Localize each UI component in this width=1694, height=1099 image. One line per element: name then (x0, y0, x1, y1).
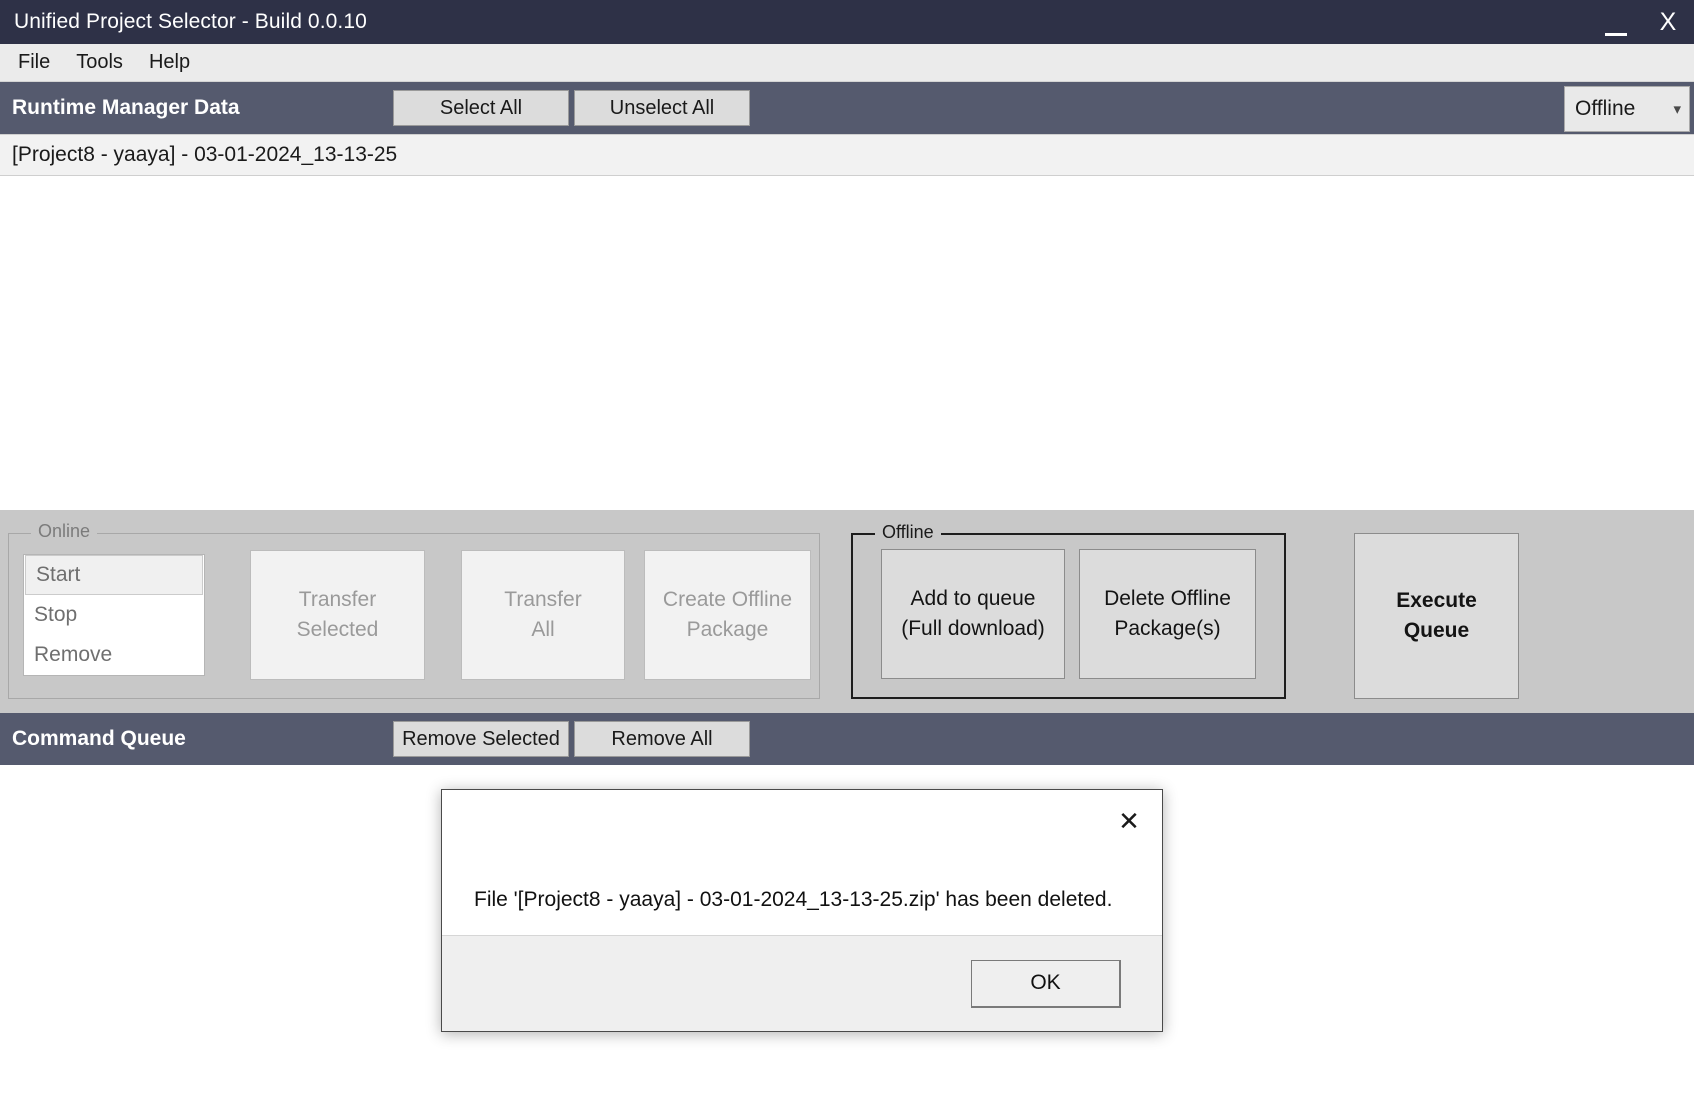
application-window: Unified Project Selector - Build 0.0.10 … (0, 0, 1694, 1099)
close-icon: ✕ (1118, 806, 1140, 836)
title-bar: Unified Project Selector - Build 0.0.10 … (0, 0, 1694, 44)
execute-queue-button[interactable]: Execute Queue (1354, 533, 1519, 699)
list-item[interactable]: [Project8 - yaaya] - 03-01-2024_13-13-25 (0, 134, 1694, 176)
menu-item-file[interactable]: File (6, 49, 62, 76)
runtime-data-list[interactable]: [Project8 - yaaya] - 03-01-2024_13-13-25 (0, 134, 1694, 511)
window-controls: X (1590, 0, 1694, 44)
online-group-content: Start Stop Remove Transfer Selected Trans… (9, 534, 819, 698)
dialog-close-button[interactable]: ✕ (1108, 800, 1150, 842)
minimize-button[interactable] (1590, 0, 1642, 44)
dialog-body: ✕ File '[Project8 - yaaya] - 03-01-2024_… (442, 790, 1162, 935)
transfer-all-button: Transfer All (461, 550, 625, 680)
command-queue-header: Command Queue Remove Selected Remove All (0, 713, 1694, 765)
close-icon: X (1659, 7, 1677, 36)
remove-all-button[interactable]: Remove All (574, 721, 750, 757)
chevron-down-icon: ▾ (1673, 100, 1681, 118)
listbox-item-stop[interactable]: Stop (24, 595, 204, 635)
close-button[interactable]: X (1642, 0, 1694, 44)
runtime-manager-actions: Select All Unselect All (393, 82, 750, 134)
delete-offline-package-button[interactable]: Delete Offline Package(s) (1079, 549, 1256, 679)
create-offline-package-button: Create Offline Package (644, 550, 811, 680)
online-command-listbox[interactable]: Start Stop Remove (23, 554, 205, 676)
runtime-manager-header: Runtime Manager Data Select All Unselect… (0, 82, 1694, 134)
unselect-all-button[interactable]: Unselect All (574, 90, 750, 126)
offline-group: Offline Add to queue (Full download) Dele… (851, 522, 1286, 699)
dialog-footer: OK (442, 935, 1162, 1031)
dialog-ok-button[interactable]: OK (971, 959, 1121, 1008)
mode-selector-dropdown[interactable]: Offline ▾ (1564, 86, 1690, 132)
window-title: Unified Project Selector - Build 0.0.10 (14, 10, 367, 33)
message-dialog: ✕ File '[Project8 - yaaya] - 03-01-2024_… (441, 789, 1163, 1032)
runtime-manager-title: Runtime Manager Data (12, 96, 240, 119)
menu-bar: File Tools Help (0, 44, 1694, 82)
command-queue-actions: Remove Selected Remove All (393, 713, 750, 765)
listbox-item-start[interactable]: Start (25, 555, 203, 595)
minimize-icon (1605, 33, 1627, 36)
offline-group-content: Add to queue (Full download) Delete Offli… (853, 535, 1284, 697)
listbox-item-remove[interactable]: Remove (24, 635, 204, 675)
transfer-selected-button: Transfer Selected (250, 550, 425, 680)
online-group: Online Start Stop Remove Transfer Selecte… (8, 521, 820, 699)
mode-selector-value: Offline (1575, 97, 1636, 120)
action-panel: Online Start Stop Remove Transfer Selecte… (0, 511, 1694, 713)
menu-item-tools[interactable]: Tools (64, 49, 135, 76)
dialog-message: File '[Project8 - yaaya] - 03-01-2024_13… (474, 888, 1113, 911)
menu-item-help[interactable]: Help (137, 49, 202, 76)
command-queue-title: Command Queue (12, 727, 186, 750)
remove-selected-button[interactable]: Remove Selected (393, 721, 569, 757)
add-to-queue-button[interactable]: Add to queue (Full download) (881, 549, 1065, 679)
select-all-button[interactable]: Select All (393, 90, 569, 126)
